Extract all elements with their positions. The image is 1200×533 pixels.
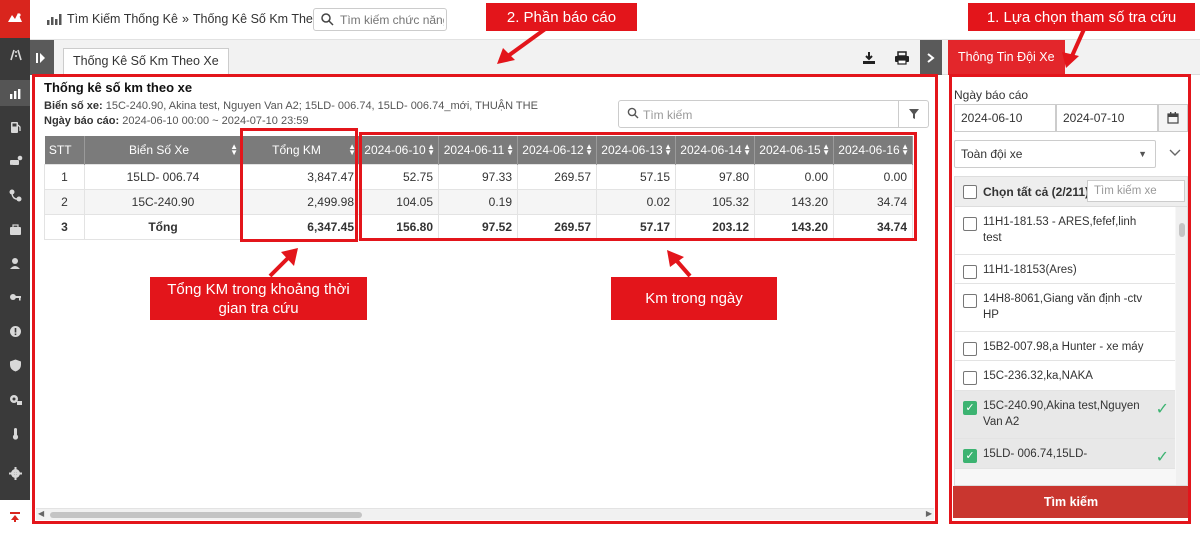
thermometer-icon[interactable]	[0, 420, 30, 446]
annotation-label-daily-km: Km trong ngày	[611, 277, 777, 320]
key-icon[interactable]	[0, 284, 30, 310]
left-sidebar	[0, 0, 30, 533]
driver-icon[interactable]	[0, 250, 30, 276]
app-root: Tìm Kiếm Thống Kê» Thống Kê Số Km Theo Xe…	[0, 0, 1200, 533]
logo-icon[interactable]	[0, 0, 30, 38]
function-search-box[interactable]	[313, 8, 447, 31]
alert-icon[interactable]	[0, 318, 30, 344]
print-icon[interactable]	[893, 49, 911, 67]
collapse-sidebar-button[interactable]	[30, 40, 54, 75]
tab-km-by-vehicle[interactable]: Thống Kê Số Km Theo Xe	[63, 48, 229, 75]
shield-icon[interactable]	[0, 352, 30, 378]
annotation-label-report: 2. Phần báo cáo	[486, 3, 637, 31]
scroll-top-icon[interactable]	[0, 500, 30, 533]
tab-fleet-info[interactable]: Thông Tin Đội Xe	[948, 40, 1065, 75]
right-panel-header: Thông Tin Đội Xe	[942, 40, 1200, 75]
search-icon	[320, 12, 334, 29]
annotation-box-total-km	[240, 128, 358, 242]
gear-icon[interactable]	[0, 460, 30, 486]
chart-icon[interactable]	[0, 80, 30, 106]
gear-car-icon[interactable]	[0, 386, 30, 412]
breadcrumb-item-search-stats[interactable]: Tìm Kiếm Thống Kê	[67, 12, 178, 26]
fuel-icon[interactable]	[0, 114, 30, 140]
breadcrumb: Tìm Kiếm Thống Kê» Thống Kê Số Km Theo Xe	[67, 12, 339, 26]
function-search-input[interactable]	[340, 11, 444, 28]
annotation-label-params: 1. Lựa chọn tham số tra cứu	[968, 3, 1195, 31]
annotation-label-total-km: Tổng KM trong khoảng thời gian tra cứu	[150, 277, 367, 320]
car-settings-icon[interactable]	[0, 148, 30, 174]
chart-icon	[46, 12, 62, 26]
collapse-right-panel-button[interactable]	[920, 40, 942, 75]
breadcrumb-separator: »	[181, 12, 189, 26]
road-icon[interactable]	[0, 42, 30, 68]
briefcase-icon[interactable]	[0, 216, 30, 242]
download-icon[interactable]	[860, 49, 878, 67]
report-tab-bar: Thống Kê Số Km Theo Xe	[30, 40, 920, 75]
annotation-box-daily-km	[359, 132, 917, 241]
annotation-box-params	[949, 74, 1191, 524]
route-icon[interactable]	[0, 182, 30, 208]
